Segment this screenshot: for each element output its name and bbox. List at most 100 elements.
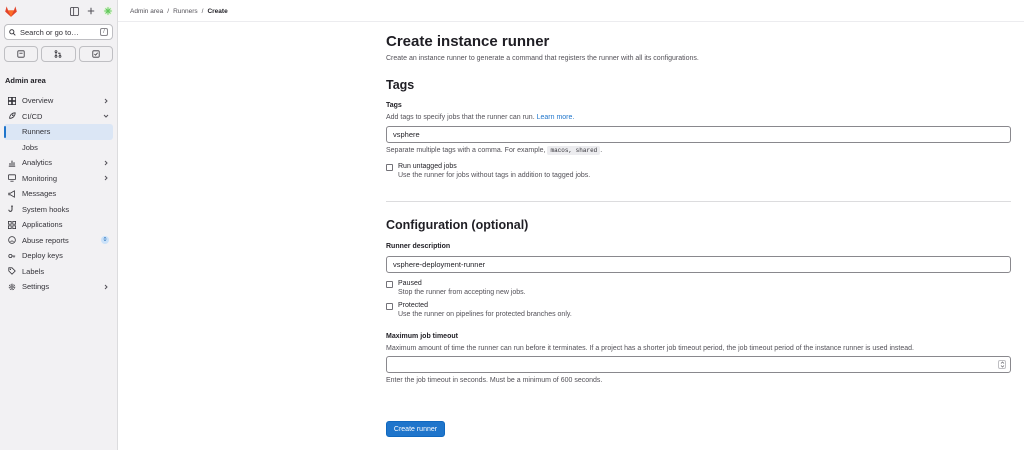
- max-timeout-footer: Enter the job timeout in seconds. Must b…: [386, 377, 603, 384]
- issues-icon: [17, 50, 25, 58]
- breadcrumb-create: Create: [207, 8, 228, 15]
- chevron-down-icon: [103, 113, 109, 119]
- key-icon: [7, 251, 16, 260]
- configuration-heading: Configuration (optional): [386, 218, 529, 232]
- sidebar-item-label: Analytics: [22, 158, 53, 168]
- breadcrumb-separator: /: [167, 8, 170, 15]
- protected-help: Use the runner on pipelines for protecte…: [398, 311, 572, 318]
- settings-icon: [7, 282, 16, 291]
- breadcrumb-admin-area[interactable]: Admin area: [130, 8, 163, 15]
- megaphone-icon: [7, 189, 16, 198]
- sidebar-item-label: Labels: [22, 266, 45, 276]
- protected-option: Protected Use the runner on pipelines fo…: [386, 302, 572, 318]
- paused-label: Paused: [398, 280, 422, 287]
- sidebar-item-messages[interactable]: Messages: [0, 186, 117, 202]
- max-timeout-input[interactable]: [386, 356, 1011, 373]
- merge-request-icon: [55, 50, 62, 58]
- breadcrumb-runners[interactable]: Runners: [173, 8, 198, 15]
- tags-heading: Tags: [386, 78, 415, 92]
- run-untagged-help: Use the runner for jobs without tags in …: [398, 172, 591, 179]
- sidebar-item-system-hooks[interactable]: System hooks: [0, 202, 117, 218]
- sidebar-item-label: Deploy keys: [22, 251, 63, 261]
- sidebar-item-runners[interactable]: Runners: [4, 124, 113, 140]
- create-runner-button[interactable]: Create runner: [386, 421, 445, 437]
- run-untagged-label: Run untagged jobs: [398, 163, 457, 170]
- sidebar-item-label: Messages: [22, 189, 57, 199]
- search-label: Search or go to…: [20, 27, 79, 37]
- sidebar-item-analytics[interactable]: Analytics: [0, 155, 117, 171]
- runner-description-input[interactable]: vsphere-deployment-runner: [386, 256, 1011, 273]
- sidebar-item-cicd[interactable]: CI/CD: [0, 109, 117, 125]
- chevron-right-icon: [103, 175, 109, 181]
- overview-icon: [7, 96, 16, 105]
- user-avatar-icon[interactable]: [103, 6, 113, 16]
- sidebar-top: [0, 0, 117, 22]
- sidebar-item-applications[interactable]: Applications: [0, 217, 117, 233]
- plus-icon[interactable]: [86, 6, 96, 16]
- separator-example: macos, shared: [547, 146, 601, 155]
- paused-help: Stop the runner from accepting new jobs.: [398, 289, 526, 296]
- page-title: Create instance runner: [386, 33, 550, 50]
- sidebar-item-deploy-keys[interactable]: Deploy keys: [0, 248, 117, 264]
- paused-checkbox[interactable]: [386, 281, 393, 288]
- chevron-right-icon: [103, 284, 109, 290]
- separator-help-suffix: .: [600, 147, 603, 154]
- number-stepper-icon[interactable]: [998, 360, 1006, 369]
- sidebar-item-jobs[interactable]: Jobs: [0, 140, 117, 156]
- section-divider: [386, 201, 1011, 202]
- rocket-icon: [7, 112, 16, 121]
- quick-actions: [4, 46, 113, 62]
- sidebar-toggle-icon[interactable]: [69, 6, 79, 16]
- sidebar-item-labels[interactable]: Labels: [0, 264, 117, 280]
- slight-frown-icon: [7, 236, 16, 245]
- todos-button[interactable]: [78, 46, 113, 62]
- hook-icon: [7, 205, 16, 214]
- sidebar-item-label: Overview: [22, 96, 54, 106]
- sidebar-item-monitoring[interactable]: Monitoring: [0, 171, 117, 187]
- page-subtitle: Create an instance runner to generate a …: [386, 55, 699, 62]
- gitlab-logo-icon[interactable]: [4, 4, 18, 18]
- sidebar-item-abuse-reports[interactable]: Abuse reports 0: [0, 233, 117, 249]
- tags-help-text: Add tags to specify jobs that the runner…: [386, 114, 535, 121]
- breadcrumb: Admin area / Runners / Create: [130, 8, 228, 15]
- tags-input-value: vsphere: [393, 130, 420, 139]
- monitor-icon: [7, 174, 16, 183]
- protected-label: Protected: [398, 302, 428, 309]
- count-badge: 0: [101, 236, 109, 245]
- tags-input[interactable]: vsphere: [386, 126, 1011, 143]
- runner-description-value: vsphere-deployment-runner: [393, 260, 486, 269]
- todo-icon: [92, 50, 100, 58]
- run-untagged-option: Run untagged jobs Use the runner for job…: [386, 163, 590, 179]
- tags-help: Add tags to specify jobs that the runner…: [386, 114, 574, 121]
- sidebar-section-title: Admin area: [5, 76, 46, 85]
- search-icon: [9, 28, 16, 36]
- tags-label: Tags: [386, 102, 402, 109]
- max-timeout-help: Maximum amount of time the runner can ru…: [386, 345, 915, 352]
- chart-icon: [7, 158, 16, 167]
- merge-requests-button[interactable]: [41, 46, 76, 62]
- sidebar-item-label: Runners: [22, 127, 51, 137]
- search-shortcut: /: [100, 28, 108, 36]
- sidebar-item-label: CI/CD: [22, 111, 43, 121]
- sidebar-item-label: Settings: [22, 282, 50, 292]
- sidebar-item-label: Abuse reports: [22, 235, 69, 245]
- max-timeout-label: Maximum job timeout: [386, 333, 458, 340]
- protected-checkbox[interactable]: [386, 303, 393, 310]
- sidebar-nav: Overview CI/CD Runners Jobs Analytics Mo…: [0, 93, 117, 295]
- sidebar-item-overview[interactable]: Overview: [0, 93, 117, 109]
- learn-more-link[interactable]: Learn more.: [537, 114, 575, 121]
- chevron-right-icon: [103, 160, 109, 166]
- separator-help-text: Separate multiple tags with a comma. For…: [386, 147, 546, 154]
- paused-option: Paused Stop the runner from accepting ne…: [386, 280, 526, 296]
- sidebar-item-label: Applications: [22, 220, 63, 230]
- header-divider: [118, 21, 1024, 22]
- runner-description-label: Runner description: [386, 243, 451, 250]
- sidebar-item-settings[interactable]: Settings: [0, 279, 117, 295]
- breadcrumb-separator: /: [201, 8, 204, 15]
- issues-button[interactable]: [4, 46, 39, 62]
- sidebar-item-label: Jobs: [22, 142, 38, 152]
- search-button[interactable]: Search or go to… /: [4, 24, 113, 40]
- sidebar-item-label: System hooks: [22, 204, 70, 214]
- run-untagged-checkbox[interactable]: [386, 164, 393, 171]
- label-icon: [7, 267, 16, 276]
